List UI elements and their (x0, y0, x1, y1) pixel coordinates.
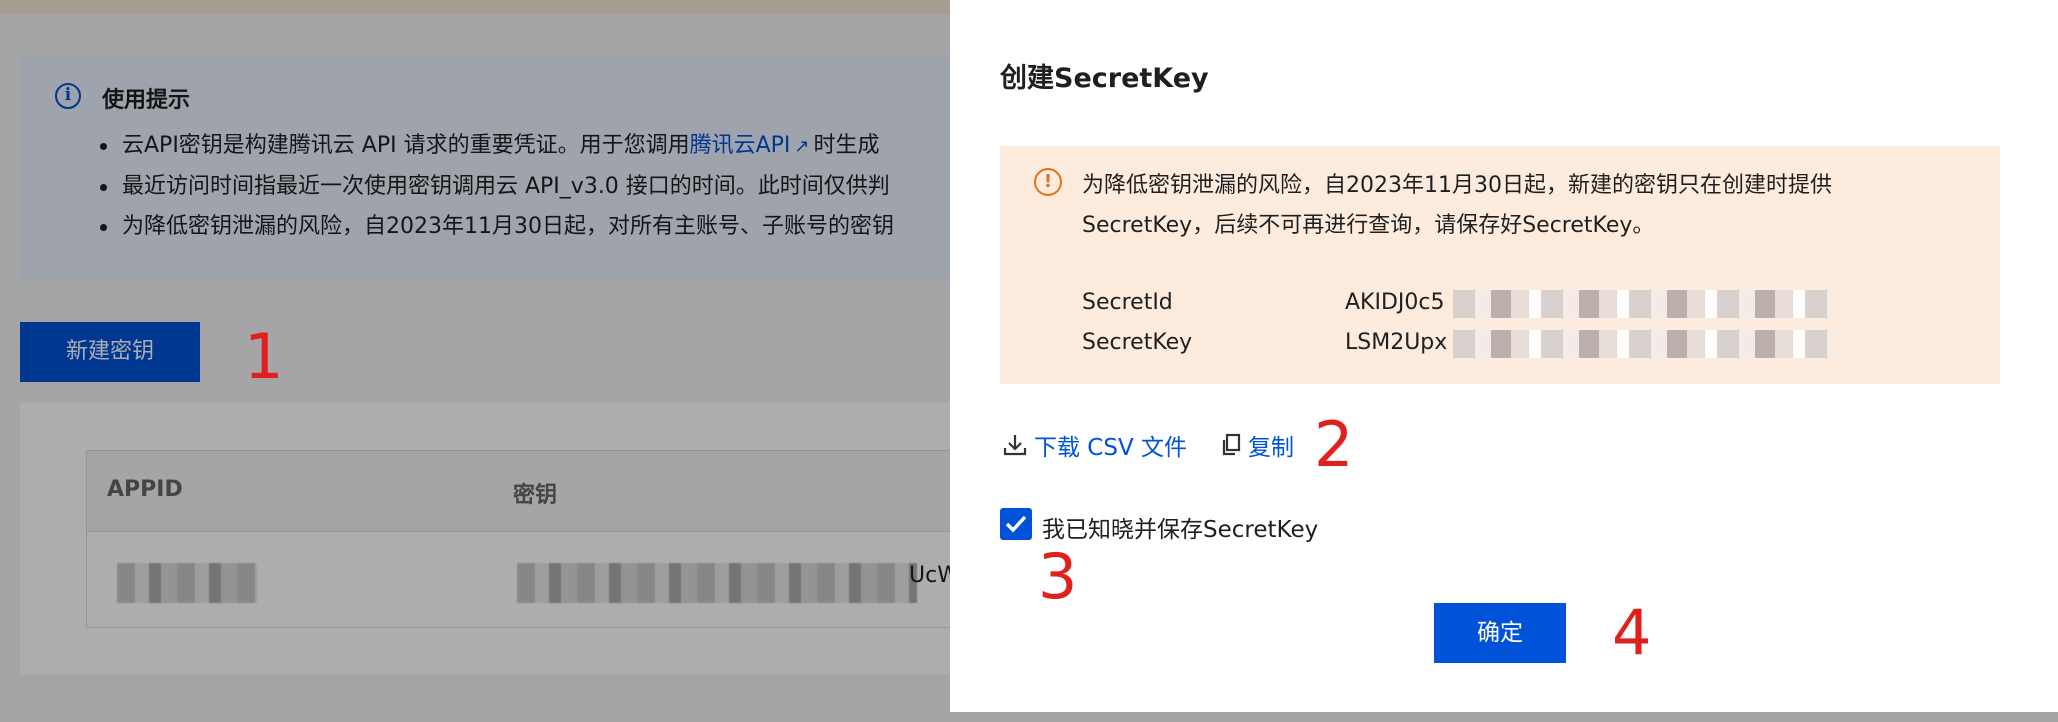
secret-id-value: AKIDJ0c5 (1345, 290, 1445, 315)
copy-button[interactable]: 复制 (1220, 428, 1294, 462)
secret-id-label: SecretId (1082, 290, 1173, 315)
annotation-number-4: 4 (1612, 596, 1652, 669)
drawer-title: 创建SecretKey (1000, 63, 1209, 94)
copy-icon (1222, 433, 1241, 456)
secret-key-value: LSM2Upx (1345, 330, 1448, 355)
acknowledge-checkbox[interactable] (1000, 508, 1032, 540)
download-icon (1003, 435, 1027, 456)
annotation-number-2: 2 (1314, 408, 1354, 481)
warning-box: ! 为降低密钥泄漏的风险，自2023年11月30日起，新建的密钥只在创建时提供S… (1000, 146, 2000, 384)
warning-text: 为降低密钥泄漏的风险，自2023年11月30日起，新建的密钥只在创建时提供Sec… (1082, 173, 1832, 238)
checkmark-icon (1005, 515, 1027, 533)
download-label: 下载 CSV 文件 (1034, 435, 1188, 461)
redacted-secret-key (1453, 330, 1833, 358)
redacted-secret-id (1453, 290, 1833, 318)
confirm-button[interactable]: 确定 (1434, 603, 1566, 663)
create-secretkey-drawer: 创建SecretKey ! 为降低密钥泄漏的风险，自2023年11月30日起，新… (950, 0, 2058, 712)
secret-key-label: SecretKey (1082, 330, 1193, 355)
acknowledge-label[interactable]: 我已知晓并保存SecretKey (1042, 510, 1318, 544)
warning-icon: ! (1034, 168, 1062, 196)
download-csv-button[interactable]: 下载 CSV 文件 (1002, 428, 1187, 462)
annotation-number-3: 3 (1038, 540, 1078, 613)
copy-label: 复制 (1248, 435, 1294, 461)
annotation-number-1: 1 (244, 320, 284, 393)
